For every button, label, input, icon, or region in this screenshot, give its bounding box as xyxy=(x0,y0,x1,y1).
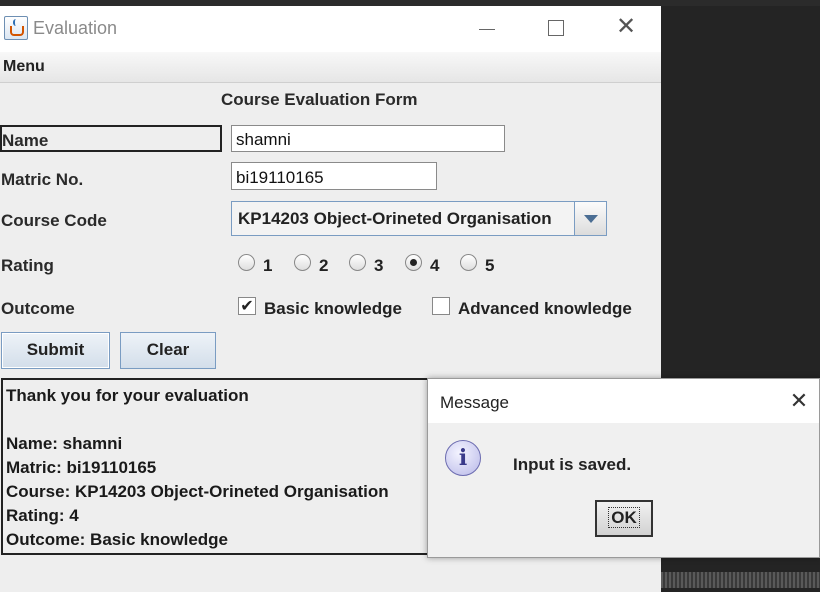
information-icon: i xyxy=(445,440,481,476)
clear-button[interactable]: Clear xyxy=(120,332,216,369)
rating-option-label: 3 xyxy=(374,256,384,275)
rating-label: Rating xyxy=(1,256,54,275)
output-line: Outcome: Basic knowledge xyxy=(6,530,228,549)
matric-label: Matric No. xyxy=(1,170,84,189)
rating-radio-2[interactable] xyxy=(294,254,311,271)
advanced-knowledge-label: Advanced knowledge xyxy=(458,299,632,318)
name-label: Name xyxy=(2,131,49,150)
title-bar: Evaluation ✕ xyxy=(0,6,661,52)
window-title: Evaluation xyxy=(33,18,118,38)
dialog-title-bar: Message ✕ xyxy=(428,379,819,423)
ok-button-label: OK xyxy=(608,507,640,528)
minimize-button[interactable] xyxy=(463,14,509,44)
rating-option-label: 5 xyxy=(485,256,495,275)
rating-radio-4[interactable] xyxy=(405,254,422,271)
message-dialog: Message ✕ i Input is saved. OK xyxy=(427,378,820,558)
maximize-button[interactable] xyxy=(533,14,579,44)
basic-knowledge-checkbox[interactable]: ✔ xyxy=(238,297,256,315)
rating-option-label: 1 xyxy=(263,256,273,275)
java-app-icon xyxy=(4,16,28,40)
matric-input[interactable]: bi19110165 xyxy=(231,162,437,190)
rating-option-label: 4 xyxy=(430,256,440,275)
advanced-knowledge-checkbox[interactable] xyxy=(432,297,450,315)
basic-knowledge-label: Basic knowledge xyxy=(264,299,402,318)
dialog-close-button[interactable]: ✕ xyxy=(784,387,814,417)
name-input[interactable]: shamni xyxy=(231,125,505,152)
rating-option-label: 2 xyxy=(319,256,329,275)
rating-radio-5[interactable] xyxy=(460,254,477,271)
course-selected-value: KP14203 Object-Orineted Organisation xyxy=(238,209,552,228)
outcome-label: Outcome xyxy=(1,299,75,318)
menu-item[interactable]: Menu xyxy=(3,58,45,76)
ok-button[interactable]: OK xyxy=(595,500,653,537)
chevron-down-icon[interactable] xyxy=(574,202,606,235)
rating-radio-1[interactable] xyxy=(238,254,255,271)
form-title: Course Evaluation Form xyxy=(221,90,418,109)
background-scrollbar xyxy=(661,572,820,588)
rating-radio-3[interactable] xyxy=(349,254,366,271)
dialog-message: Input is saved. xyxy=(513,455,632,474)
course-code-select[interactable]: KP14203 Object-Orineted Organisation xyxy=(231,201,607,236)
dialog-title: Message xyxy=(440,393,509,412)
close-window-button[interactable]: ✕ xyxy=(603,14,649,44)
submit-button[interactable]: Submit xyxy=(1,332,110,369)
output-line: Course: KP14203 Object-Orineted Organisa… xyxy=(6,482,389,501)
menu-bar: Menu xyxy=(0,52,661,83)
output-line: Matric: bi19110165 xyxy=(6,458,157,477)
course-code-label: Course Code xyxy=(1,211,107,230)
output-line: Rating: 4 xyxy=(6,506,79,525)
output-line: Thank you for your evaluation xyxy=(6,386,249,405)
output-line: Name: shamni xyxy=(6,434,123,453)
